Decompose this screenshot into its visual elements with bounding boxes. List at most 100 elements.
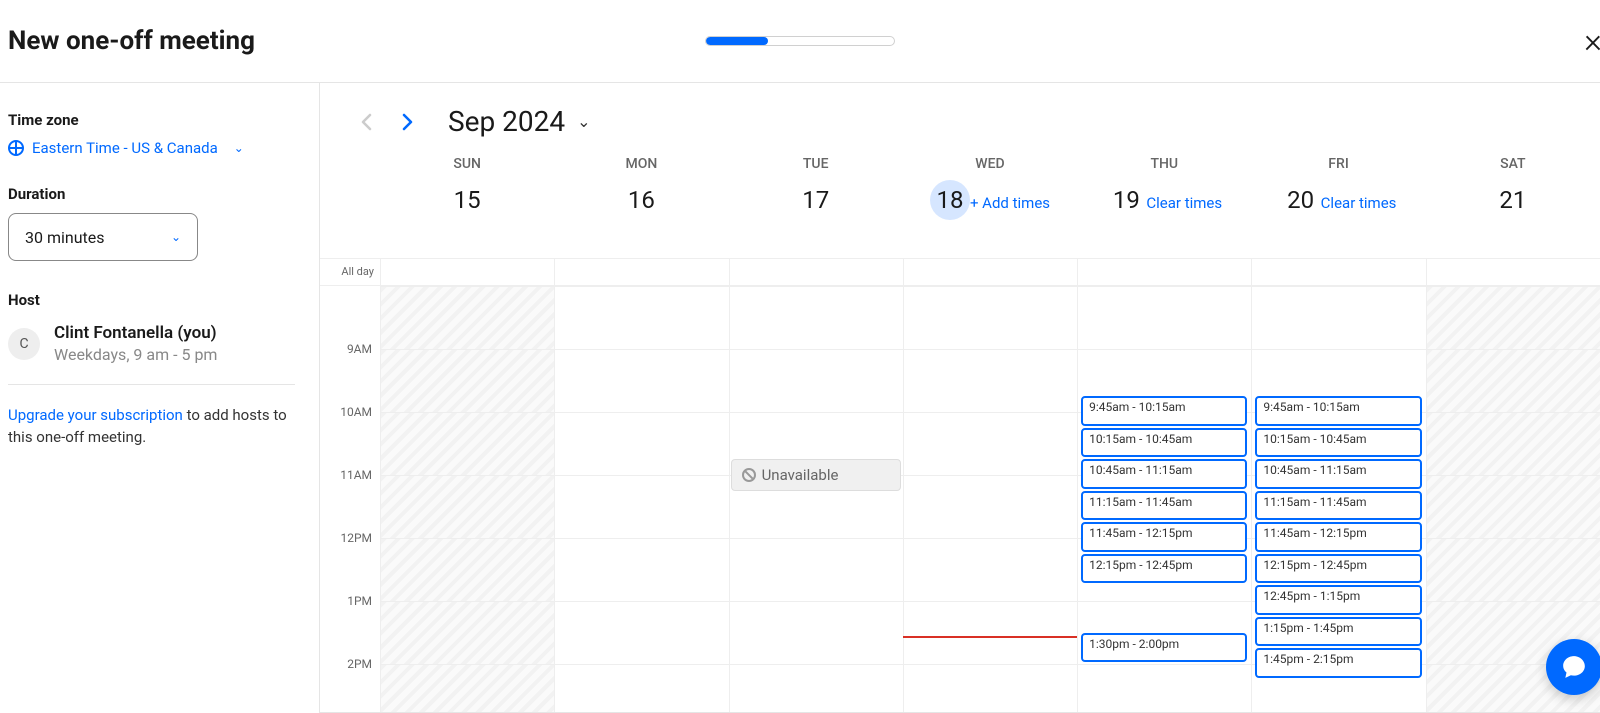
allday-cell[interactable] bbox=[1077, 259, 1251, 285]
day-header: FRI 20Clear times bbox=[1251, 156, 1425, 254]
time-slot[interactable]: 10:45am - 11:15am bbox=[1081, 459, 1247, 489]
hour-cell[interactable] bbox=[554, 664, 728, 713]
timezone-label: Time zone bbox=[8, 111, 295, 129]
hour-cell bbox=[1426, 412, 1600, 475]
timezone-selector[interactable]: Eastern Time - US & Canada ⌄ bbox=[8, 139, 295, 157]
allday-cell[interactable] bbox=[903, 259, 1077, 285]
clear-times-link[interactable]: Clear times bbox=[1321, 194, 1397, 214]
allday-cell[interactable] bbox=[554, 259, 728, 285]
hour-cell[interactable] bbox=[903, 349, 1077, 412]
time-slot[interactable]: 10:15am - 10:45am bbox=[1255, 428, 1421, 458]
date-number[interactable]: 16 bbox=[621, 180, 661, 220]
unavailable-label: Unavailable bbox=[762, 466, 839, 484]
hour-cell[interactable] bbox=[903, 412, 1077, 475]
time-slot[interactable]: 1:15pm - 1:45pm bbox=[1255, 617, 1421, 647]
hour-cell[interactable] bbox=[554, 349, 728, 412]
host-row: C Clint Fontanella (you) Weekdays, 9 am … bbox=[8, 323, 295, 385]
close-icon[interactable]: × bbox=[1584, 24, 1600, 58]
day-header: MON16 bbox=[554, 156, 728, 254]
hour-cell[interactable] bbox=[729, 601, 903, 664]
time-slot[interactable]: 11:45am - 12:15pm bbox=[1081, 522, 1247, 552]
hour-cell[interactable] bbox=[1251, 286, 1425, 349]
allday-cell[interactable] bbox=[1426, 259, 1600, 285]
time-slot[interactable]: 9:45am - 10:15am bbox=[1255, 396, 1421, 426]
time-slot[interactable]: 10:45am - 11:15am bbox=[1255, 459, 1421, 489]
hour-cell[interactable] bbox=[554, 538, 728, 601]
hour-cell[interactable] bbox=[1077, 664, 1251, 713]
hour-cell[interactable] bbox=[729, 538, 903, 601]
time-slot[interactable]: 10:15am - 10:45am bbox=[1081, 428, 1247, 458]
clear-times-link[interactable]: Clear times bbox=[1146, 194, 1222, 214]
time-slot[interactable]: 1:30pm - 2:00pm bbox=[1081, 633, 1247, 663]
day-header: WED 18+ Add times bbox=[903, 156, 1077, 254]
date-number[interactable]: 21 bbox=[1493, 180, 1533, 220]
month-label: Sep 2024 bbox=[448, 105, 565, 138]
hour-cell[interactable] bbox=[903, 475, 1077, 538]
day-of-week: WED bbox=[903, 156, 1077, 172]
time-slot[interactable]: 9:45am - 10:15am bbox=[1081, 396, 1247, 426]
chat-button[interactable] bbox=[1546, 639, 1600, 695]
time-slot[interactable]: 11:15am - 11:45am bbox=[1081, 491, 1247, 521]
calendar-main: Sep 2024 ⌄ SUN15MON16TUE 17 WED 18+ Add tim… bbox=[320, 83, 1600, 713]
allday-cell[interactable] bbox=[1251, 259, 1425, 285]
time-slot[interactable]: 1:45pm - 2:15pm bbox=[1255, 648, 1421, 678]
hour-label: 1PM bbox=[320, 594, 380, 657]
hour-cell[interactable] bbox=[554, 601, 728, 664]
hour-label: 9AM bbox=[320, 342, 380, 405]
duration-select[interactable]: 30 minutes ⌄ bbox=[8, 213, 198, 261]
date-number[interactable]: 18 bbox=[930, 180, 970, 220]
hour-cell[interactable] bbox=[903, 538, 1077, 601]
next-week-button[interactable] bbox=[394, 108, 422, 136]
hour-label: 12PM bbox=[320, 531, 380, 594]
time-slot[interactable]: 12:45pm - 1:15pm bbox=[1255, 585, 1421, 615]
day-header: SUN15 bbox=[380, 156, 554, 254]
date-number[interactable]: 15 bbox=[447, 180, 487, 220]
globe-icon bbox=[8, 140, 24, 156]
hour-cell[interactable] bbox=[729, 286, 903, 349]
allday-row: All day bbox=[320, 258, 1600, 286]
duration-label: Duration bbox=[8, 185, 295, 203]
month-selector[interactable]: Sep 2024 ⌄ bbox=[448, 105, 591, 138]
hour-cell[interactable] bbox=[1077, 286, 1251, 349]
hour-cell[interactable] bbox=[554, 475, 728, 538]
hour-cell bbox=[380, 475, 554, 538]
hour-cell bbox=[380, 412, 554, 475]
allday-cell[interactable] bbox=[729, 259, 903, 285]
day-of-week: TUE bbox=[729, 156, 903, 172]
hour-cell bbox=[1426, 475, 1600, 538]
date-number[interactable]: 19 bbox=[1106, 180, 1146, 220]
prev-week-button[interactable] bbox=[352, 108, 380, 136]
duration-value: 30 minutes bbox=[25, 228, 105, 247]
host-hours: Weekdays, 9 am - 5 pm bbox=[54, 345, 217, 364]
hour-cell bbox=[1426, 538, 1600, 601]
hour-cell[interactable] bbox=[554, 286, 728, 349]
avatar: C bbox=[8, 328, 40, 360]
hour-cell bbox=[380, 601, 554, 664]
chevron-down-icon: ⌄ bbox=[234, 141, 244, 155]
day-of-week: FRI bbox=[1251, 156, 1425, 172]
hour-cell bbox=[380, 538, 554, 601]
hour-label: 11AM bbox=[320, 468, 380, 531]
allday-label: All day bbox=[320, 259, 380, 285]
time-slot[interactable]: 11:15am - 11:45am bbox=[1255, 491, 1421, 521]
date-number[interactable]: 17 bbox=[796, 180, 836, 220]
allday-cell[interactable] bbox=[380, 259, 554, 285]
time-slot[interactable]: 12:15pm - 12:45pm bbox=[1081, 554, 1247, 584]
unavailable-chip: Unavailable bbox=[731, 459, 901, 491]
hour-cell[interactable] bbox=[729, 349, 903, 412]
header: New one-off meeting × bbox=[0, 0, 1600, 83]
hour-cell[interactable] bbox=[554, 412, 728, 475]
upgrade-link[interactable]: Upgrade your subscription bbox=[8, 406, 183, 424]
hour-cell bbox=[380, 286, 554, 349]
hour-cell[interactable] bbox=[903, 664, 1077, 713]
time-slot[interactable]: 12:15pm - 12:45pm bbox=[1255, 554, 1421, 584]
add-times-link[interactable]: + Add times bbox=[970, 194, 1050, 214]
hour-cell[interactable] bbox=[903, 601, 1077, 664]
hour-cell[interactable] bbox=[903, 286, 1077, 349]
date-number[interactable]: 20 bbox=[1281, 180, 1321, 220]
hour-label bbox=[320, 286, 380, 342]
day-header: TUE 17 bbox=[729, 156, 903, 254]
time-slot[interactable]: 11:45am - 12:15pm bbox=[1255, 522, 1421, 552]
hour-cell[interactable] bbox=[729, 664, 903, 713]
progress-bar bbox=[705, 36, 895, 46]
